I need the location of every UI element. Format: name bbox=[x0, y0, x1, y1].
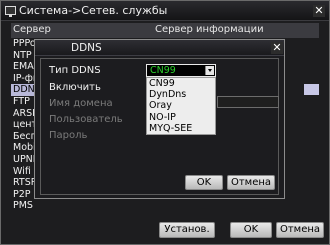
password-label: Пароль bbox=[49, 130, 88, 141]
close-icon[interactable]: ✕ bbox=[313, 5, 325, 17]
ddns-dialog-title: DDNS bbox=[71, 42, 102, 54]
main-titlebar: Система->Сетев. службы ✕ bbox=[1, 1, 329, 21]
column-server-info: Сервер информации bbox=[155, 24, 264, 35]
monitor-icon bbox=[5, 6, 16, 17]
domain-field[interactable] bbox=[217, 96, 279, 108]
ddns-form: Тип DDNS Включить Имя домена Пользовател… bbox=[40, 58, 279, 195]
ddns-type-label: Тип DDNS bbox=[49, 65, 101, 76]
option-myq-see[interactable]: MYQ-SEE bbox=[147, 123, 215, 134]
chevron-down-icon[interactable] bbox=[205, 66, 214, 75]
ddns-type-options: CN99 DynDns Oray NO-IP MYQ-SEE bbox=[146, 77, 216, 135]
dialog-cancel-button[interactable]: Отмена bbox=[227, 175, 275, 190]
option-dyndns[interactable]: DynDns bbox=[147, 89, 215, 100]
ddns-type-value: CN99 bbox=[150, 65, 176, 76]
ok-button[interactable]: OK bbox=[230, 222, 272, 238]
window-title: Система->Сетев. службы bbox=[19, 4, 168, 17]
close-icon[interactable]: ✕ bbox=[271, 42, 283, 54]
dialog-ok-button[interactable]: OK bbox=[185, 175, 223, 190]
option-cn99[interactable]: CN99 bbox=[147, 78, 215, 89]
user-label: Пользователь bbox=[49, 114, 123, 125]
ddns-titlebar: DDNS ✕ bbox=[35, 40, 284, 56]
ddns-type-select[interactable]: CN99 bbox=[146, 64, 216, 77]
column-service: Сервер bbox=[13, 24, 51, 35]
service-list-header: Сервер Сервер информации bbox=[11, 23, 319, 38]
enable-label: Включить bbox=[49, 82, 101, 93]
selected-row-highlight bbox=[304, 84, 319, 95]
cancel-button[interactable]: Отмена bbox=[276, 222, 324, 238]
domain-label: Имя домена bbox=[49, 98, 113, 109]
option-oray[interactable]: Oray bbox=[147, 100, 215, 111]
ddns-dialog: DDNS ✕ Тип DDNS Включить Имя домена Поль… bbox=[34, 39, 285, 199]
list-item-pms[interactable]: PMS bbox=[11, 200, 46, 210]
option-no-ip[interactable]: NO-IP bbox=[147, 112, 215, 123]
network-services-window: Система->Сетев. службы ✕ Сервер Сервер и… bbox=[0, 0, 330, 245]
setup-button[interactable]: Установ. bbox=[159, 222, 215, 238]
